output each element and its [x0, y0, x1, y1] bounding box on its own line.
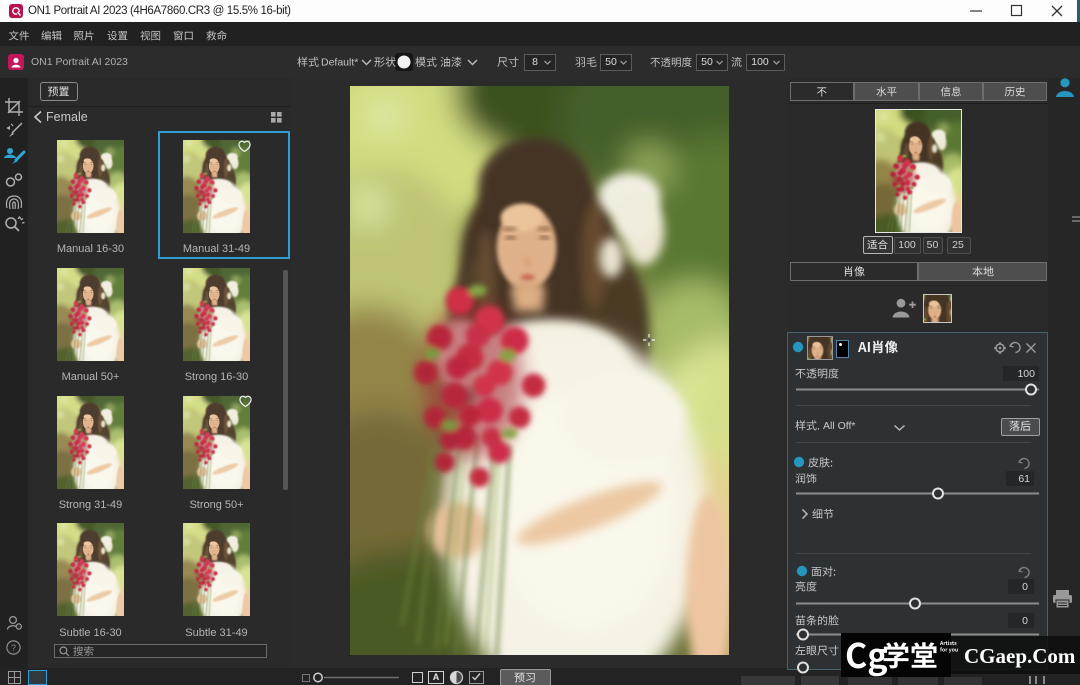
- svg-text:?: ?: [11, 643, 16, 653]
